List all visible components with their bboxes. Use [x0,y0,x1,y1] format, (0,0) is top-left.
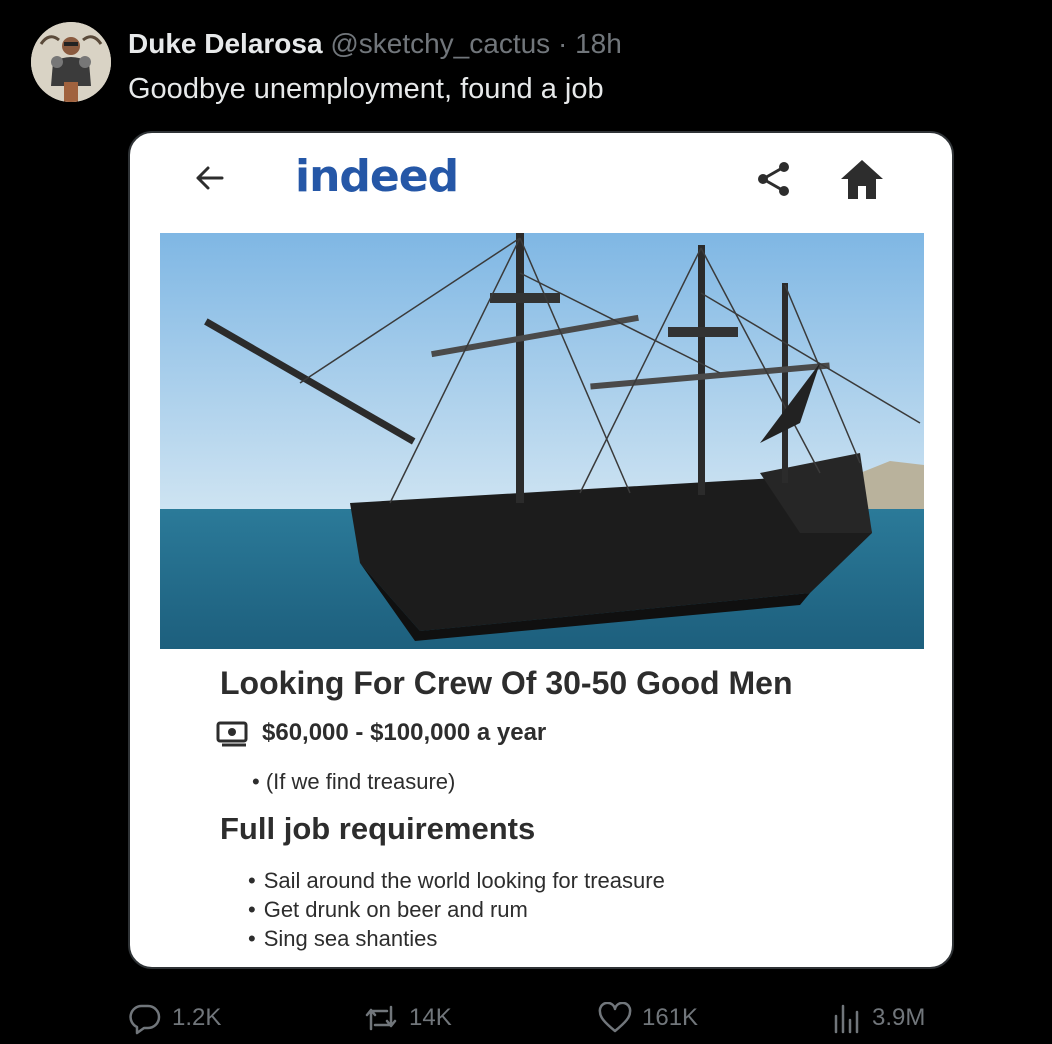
indeed-logo: indeed [295,151,459,202]
tweet-text: Goodbye unemployment, found a job [128,73,604,105]
reply-button[interactable]: 1.2K [128,998,221,1038]
like-count: 161K [642,1004,699,1031]
avatar-photo [31,22,111,102]
tweet-image[interactable]: indeed Looking For Crew Of 30-50 Good Me… [128,131,954,969]
salary-range: $60,000 - $100,000 a year [262,719,547,746]
indeed-app-bar: indeed [130,133,952,233]
requirement-item: Get drunk on beer and rum [248,895,665,924]
reply-count: 1.2K [172,1004,222,1031]
requirement-item: Sail around the world looking for treasu… [248,866,665,895]
requirements-list: Sail around the world looking for treasu… [248,866,665,953]
reply-icon [129,1004,161,1035]
view-count: 3.9M [872,1004,926,1031]
views-button[interactable]: 3.9M [832,998,925,1038]
heart-icon [598,1002,632,1033]
repost-button[interactable]: 14K [363,998,452,1038]
repost-count: 14K [409,1004,452,1031]
timestamp[interactable]: 18h [575,28,622,59]
job-title: Looking For Crew Of 30-50 Good Men [220,665,793,701]
back-arrow-icon [192,161,226,200]
like-button[interactable]: 161K [598,998,698,1038]
avatar[interactable] [31,22,111,102]
home-icon [838,157,886,206]
salary-note: • (If we find treasure) [252,769,456,794]
salary-note-text: (If we find treasure) [265,769,456,794]
requirements-heading: Full job requirements [220,811,536,846]
views-icon [834,1004,859,1034]
requirement-item: Sing sea shanties [248,924,665,953]
money-icon [216,721,248,752]
separator-dot: · [557,28,568,59]
pirate-ship-photo [160,233,924,649]
tweet-header: Duke Delarosa @sketchy_cactus · 18h [128,26,622,62]
share-icon [754,159,794,204]
repost-icon [365,1005,397,1031]
author-handle[interactable]: @sketchy_cactus [330,28,550,59]
author-name[interactable]: Duke Delarosa [128,28,323,59]
tweet-actions: 1.2K 14K 161K 3.9M [128,998,954,1038]
